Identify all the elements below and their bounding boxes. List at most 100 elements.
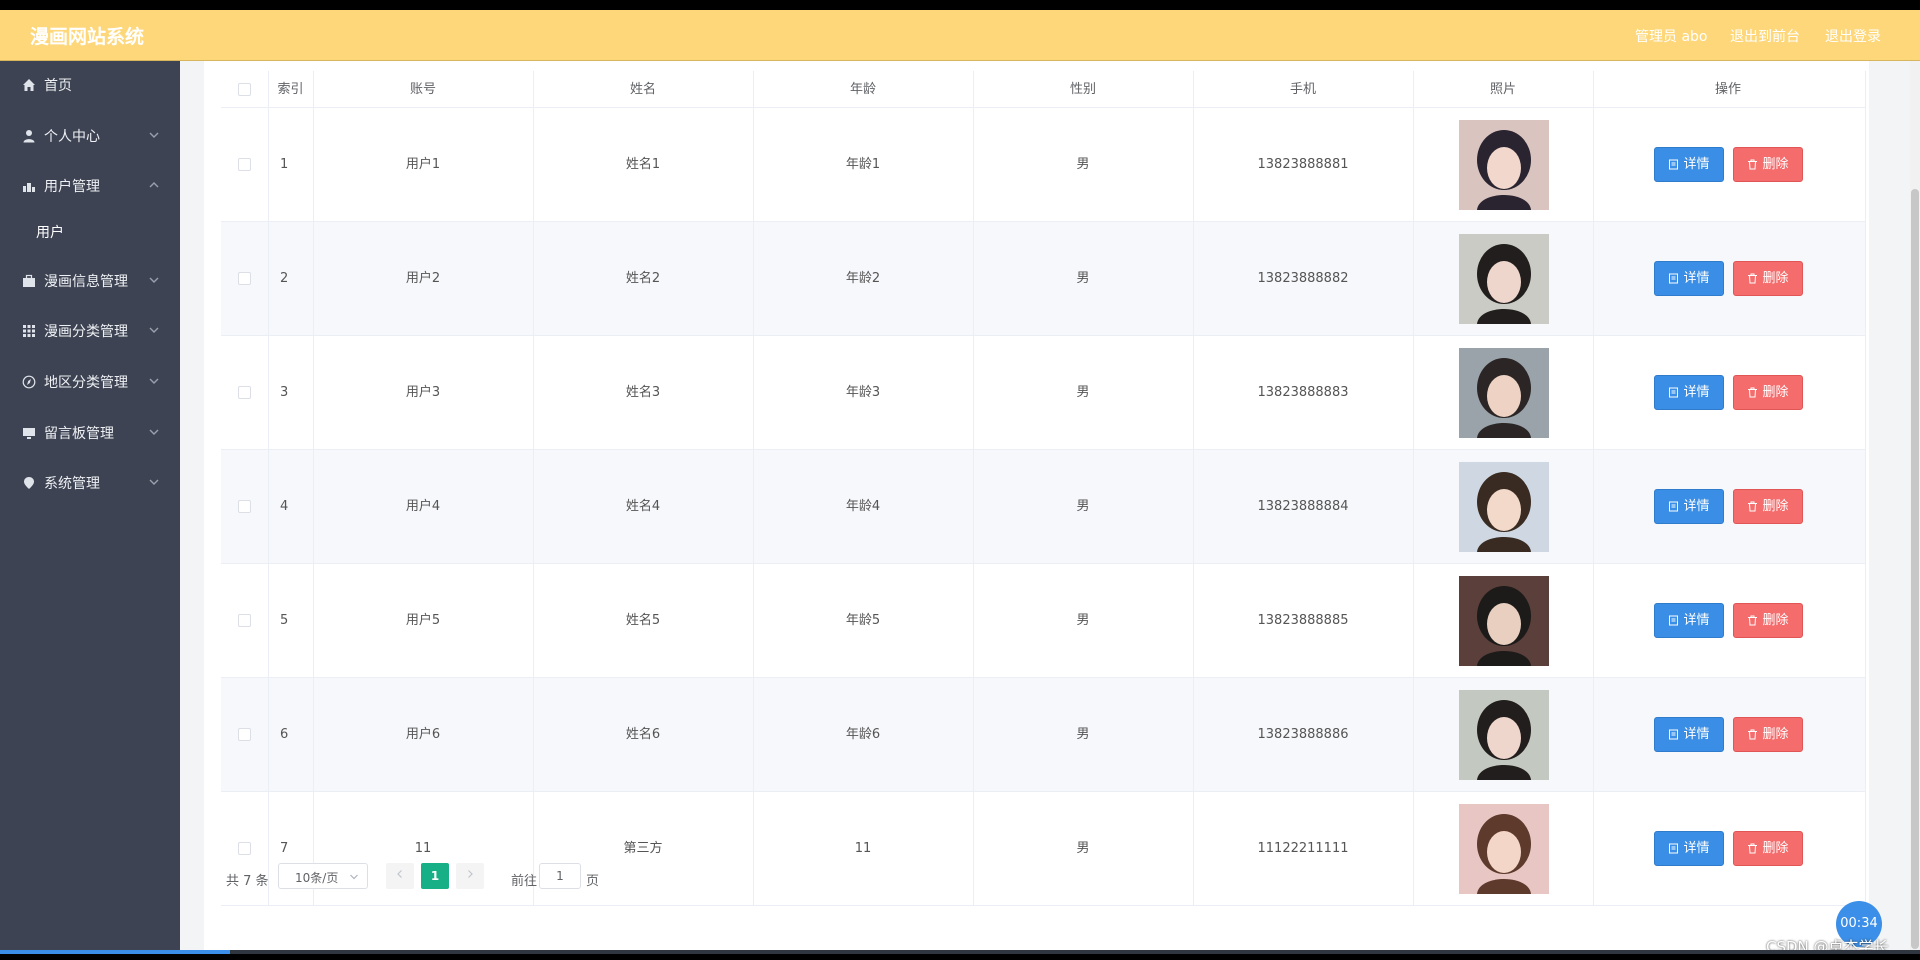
sidebar-item-comic-info[interactable]: 漫画信息管理 xyxy=(0,257,180,305)
cell-age: 年龄1 xyxy=(845,157,881,172)
delete-button[interactable]: 删除 xyxy=(1733,489,1803,524)
column-divider xyxy=(1593,71,1594,906)
row-checkbox[interactable] xyxy=(238,272,251,285)
app-window: 漫画网站系统 管理员 abo 退出到前台 退出登录 首页 个人中心 用户管理 用… xyxy=(0,10,1920,950)
chevron-down-icon xyxy=(149,132,159,138)
document-icon xyxy=(1669,843,1679,854)
cell-phone: 13823888883 xyxy=(1257,385,1349,400)
delete-label: 删除 xyxy=(1762,271,1789,286)
sidebar-item-system[interactable]: 系统管理 xyxy=(0,459,180,507)
sidebar-item-user-management[interactable]: 用户管理 xyxy=(0,162,180,210)
admin-label: 管理员 abo xyxy=(1635,29,1708,45)
row-checkbox[interactable] xyxy=(238,614,251,627)
document-icon xyxy=(1669,729,1679,740)
cell-name: 姓名3 xyxy=(625,385,661,400)
cell-gender: 男 xyxy=(1076,841,1090,856)
detail-button[interactable]: 详情 xyxy=(1654,375,1724,410)
document-icon xyxy=(1669,273,1679,284)
sidebar-item-message-board[interactable]: 留言板管理 xyxy=(0,409,180,457)
chevron-down-icon xyxy=(149,327,159,333)
user-photo xyxy=(1459,804,1549,894)
select-all-checkbox[interactable] xyxy=(238,83,251,96)
row-checkbox[interactable] xyxy=(238,842,251,855)
detail-button[interactable]: 详情 xyxy=(1654,603,1724,638)
page-number-current[interactable]: 1 xyxy=(421,863,449,889)
user-photo xyxy=(1459,690,1549,780)
chevron-up-icon xyxy=(149,182,159,188)
sidebar-item-comic-category[interactable]: 漫画分类管理 xyxy=(0,307,180,355)
grid-icon xyxy=(22,324,36,338)
detail-button[interactable]: 详情 xyxy=(1654,147,1724,182)
chevron-down-icon xyxy=(149,479,159,485)
delete-button[interactable]: 删除 xyxy=(1733,717,1803,752)
top-header: 漫画网站系统 管理员 abo 退出到前台 退出登录 xyxy=(0,10,1920,61)
cell-index: 5 xyxy=(280,613,289,628)
prev-page-button[interactable] xyxy=(386,863,414,889)
cell-age: 年龄6 xyxy=(845,727,881,742)
detail-button[interactable]: 详情 xyxy=(1654,489,1724,524)
sidebar-item-label: 漫画信息管理 xyxy=(44,274,128,290)
delete-label: 删除 xyxy=(1762,385,1789,400)
page-size-select[interactable]: 10条/页 xyxy=(278,863,368,889)
total-count: 共 7 条 xyxy=(226,874,269,889)
logout-link[interactable]: 退出登录 xyxy=(1825,26,1881,46)
column-divider xyxy=(1413,71,1414,906)
cell-gender: 男 xyxy=(1076,271,1090,286)
detail-button[interactable]: 详情 xyxy=(1654,717,1724,752)
document-icon xyxy=(1669,615,1679,626)
document-icon xyxy=(1669,159,1679,170)
compass-icon xyxy=(22,375,36,389)
app-title: 漫画网站系统 xyxy=(30,26,145,48)
home-icon xyxy=(22,78,36,92)
sidebar-item-region-category[interactable]: 地区分类管理 xyxy=(0,358,180,406)
user-photo xyxy=(1459,120,1549,210)
delete-button[interactable]: 删除 xyxy=(1733,831,1803,866)
sidebar-item-label: 系统管理 xyxy=(44,476,100,492)
goto-page-input[interactable]: 1 xyxy=(539,863,581,889)
exit-to-front-link[interactable]: 退出到前台 xyxy=(1730,26,1800,46)
detail-label: 详情 xyxy=(1683,499,1710,514)
table-row: 2 用户2 姓名2 年龄2 男 13823888882 详情 删除 xyxy=(221,222,1866,336)
row-checkbox[interactable] xyxy=(238,158,251,171)
delete-button[interactable]: 删除 xyxy=(1733,261,1803,296)
cell-account: 用户2 xyxy=(405,271,441,286)
row-checkbox[interactable] xyxy=(238,728,251,741)
detail-button[interactable]: 详情 xyxy=(1654,831,1724,866)
header-account: 账号 xyxy=(409,82,436,97)
sidebar-item-label: 留言板管理 xyxy=(44,426,114,442)
delete-label: 删除 xyxy=(1762,499,1789,514)
row-checkbox[interactable] xyxy=(238,500,251,513)
trash-icon xyxy=(1748,159,1758,170)
delete-button[interactable]: 删除 xyxy=(1733,375,1803,410)
user-photo xyxy=(1459,576,1549,666)
cell-phone: 11122211111 xyxy=(1257,841,1349,856)
sidebar-item-personal-center[interactable]: 个人中心 xyxy=(0,112,180,160)
delete-button[interactable]: 删除 xyxy=(1733,147,1803,182)
page-scrollbar[interactable] xyxy=(1910,61,1920,950)
detail-button[interactable]: 详情 xyxy=(1654,261,1724,296)
scrollbar-thumb[interactable] xyxy=(1911,189,1919,949)
cell-age: 11 xyxy=(854,841,872,856)
detail-label: 详情 xyxy=(1683,385,1710,400)
sidebar-item-home[interactable]: 首页 xyxy=(0,61,180,109)
cell-phone: 13823888886 xyxy=(1257,727,1349,742)
trash-icon xyxy=(1748,843,1758,854)
cell-index: 4 xyxy=(280,499,289,514)
page-size-value: 10条/页 xyxy=(295,871,339,885)
next-page-button[interactable] xyxy=(456,863,484,889)
sidebar-item-label: 漫画分类管理 xyxy=(44,324,128,340)
person-icon xyxy=(22,129,36,143)
cell-age: 年龄3 xyxy=(845,385,881,400)
trash-icon xyxy=(1748,501,1758,512)
column-divider xyxy=(1193,71,1194,906)
sidebar-subitem-users[interactable]: 用户 xyxy=(0,211,180,255)
table-header: 索引 账号 姓名 年龄 性别 手机 照片 操作 xyxy=(221,71,1866,108)
cell-account: 用户5 xyxy=(405,613,441,628)
row-checkbox[interactable] xyxy=(238,386,251,399)
header-gender: 性别 xyxy=(1069,82,1096,97)
table-row: 5 用户5 姓名5 年龄5 男 13823888885 详情 删除 xyxy=(221,564,1866,678)
user-photo xyxy=(1459,462,1549,552)
cell-age: 年龄2 xyxy=(845,271,881,286)
delete-button[interactable]: 删除 xyxy=(1733,603,1803,638)
cell-phone: 13823888884 xyxy=(1257,499,1349,514)
